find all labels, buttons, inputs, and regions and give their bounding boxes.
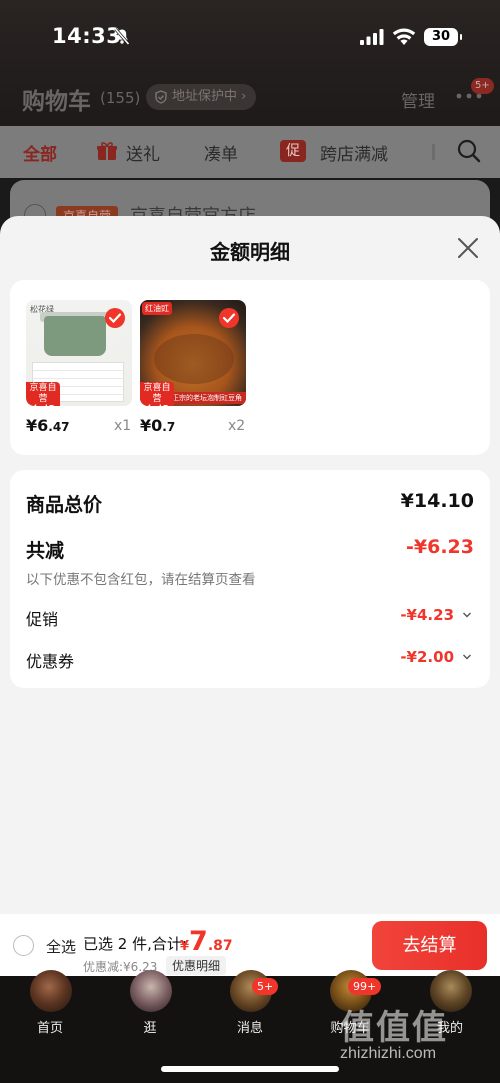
select-all-radio[interactable] xyxy=(13,935,34,956)
free-shipping-tag: 京喜自营包邮 xyxy=(140,382,174,406)
product-box xyxy=(44,316,106,356)
filter-cross-store[interactable]: 跨店满减 xyxy=(320,140,388,165)
checkout-button[interactable]: 去结算 xyxy=(372,921,487,970)
address-protect-label: 地址保护中 xyxy=(172,89,238,104)
check-icon[interactable] xyxy=(105,308,125,328)
select-all-label[interactable]: 全选 xyxy=(46,936,76,957)
product-brand: 红油豇 xyxy=(142,302,172,315)
total-price: ¥7.87 xyxy=(180,926,233,957)
check-icon[interactable] xyxy=(219,308,239,328)
home-indicator xyxy=(161,1066,339,1072)
discount-note: 以下优惠不包含红包，请在结算页查看 xyxy=(26,572,256,588)
coupon-value: -¥2.00 xyxy=(400,648,454,666)
tab-label: 首页 xyxy=(36,1021,63,1036)
reduce-label: 共减 xyxy=(26,540,65,562)
close-icon[interactable] xyxy=(456,236,480,260)
filter-gift[interactable]: 送礼 xyxy=(126,140,160,165)
item-price: ¥0.7 xyxy=(140,416,176,435)
reduce-value: -¥6.23 xyxy=(406,536,474,558)
messages-badge: 5+ xyxy=(252,978,279,995)
product-bowl xyxy=(154,334,234,384)
status-time: 14:33 xyxy=(52,24,122,48)
battery-icon: 30 xyxy=(424,28,462,46)
more-badge: 5+ xyxy=(471,78,494,94)
filter-bundle[interactable]: 凑单 xyxy=(204,140,238,165)
item-qty: x1 xyxy=(114,418,132,434)
items-card: 松花绿 京喜自营包邮 ¥6.47 x1 红油豇 正宗的老坛泡制豇豆角 京喜自营包… xyxy=(10,280,490,455)
product-banner: 正宗的老坛泡制豇豆角 xyxy=(168,392,246,404)
filter-divider xyxy=(432,144,435,160)
status-bar: 14:33 30 xyxy=(0,0,500,74)
amount-detail-sheet: 金额明细 松花绿 京喜自营包邮 ¥6.47 x1 红油豇 正宗的老坛 xyxy=(0,216,500,976)
amount-detail-card: 商品总价 ¥14.10 共减 -¥6.23 以下优惠不包含红包，请在结算页查看 … xyxy=(10,470,490,688)
tab-label: 消息 xyxy=(236,1021,263,1036)
free-shipping-tag: 京喜自营包邮 xyxy=(26,382,60,406)
chevron-down-icon xyxy=(463,612,471,618)
item-price: ¥6.47 xyxy=(26,416,70,435)
promo-label: 促销 xyxy=(26,610,59,629)
signal-icon xyxy=(360,29,384,45)
cart-count: (155) xyxy=(100,89,141,107)
search-icon[interactable] xyxy=(457,139,481,163)
total-label: 商品总价 xyxy=(26,494,103,516)
page-title: 购物车 xyxy=(22,89,91,115)
filter-all[interactable]: 全部 xyxy=(23,140,57,165)
watermark-logo: 值值值 xyxy=(340,1008,448,1048)
sheet-title: 金额明细 xyxy=(210,240,290,264)
wifi-icon xyxy=(392,28,416,45)
filter-bar: 全部 送礼 凑单 促 跨店满减 xyxy=(0,126,500,178)
tab-home[interactable]: 首页 xyxy=(0,970,100,1046)
discount-detail-button[interactable]: 优惠明细 xyxy=(166,956,227,975)
manage-button[interactable]: 管理 xyxy=(401,87,435,112)
shield-icon xyxy=(155,90,167,104)
promo-tag: 促 xyxy=(280,140,306,162)
gift-icon xyxy=(97,142,117,160)
tab-messages[interactable]: 5+ 消息 xyxy=(200,970,300,1046)
total-value: ¥14.10 xyxy=(400,490,474,512)
promo-value: -¥4.23 xyxy=(400,606,454,624)
chevron-down-icon xyxy=(463,654,471,660)
cart-badge: 99+ xyxy=(348,978,382,995)
product-image: 松花绿 京喜自营包邮 xyxy=(26,300,132,406)
address-protect-pill[interactable]: 地址保护中 › xyxy=(146,84,257,110)
checkout-bar: 全选 已选 2 件,合计: ¥7.87 优惠减:¥6.23 优惠明细 去结算 xyxy=(0,914,500,976)
browse-icon xyxy=(130,970,172,1012)
coupon-label: 优惠券 xyxy=(26,652,75,671)
product-image: 红油豇 正宗的老坛泡制豇豆角 京喜自营包邮 xyxy=(140,300,246,406)
tab-label: 逛 xyxy=(143,1021,157,1036)
selected-summary: 已选 2 件,合计: xyxy=(83,935,187,953)
home-icon xyxy=(30,970,72,1012)
item-qty: x2 xyxy=(228,418,246,434)
bell-muted-icon xyxy=(114,28,130,45)
watermark-url: zhizhizhi.com xyxy=(340,1045,437,1062)
tab-browse[interactable]: 逛 xyxy=(100,970,200,1046)
